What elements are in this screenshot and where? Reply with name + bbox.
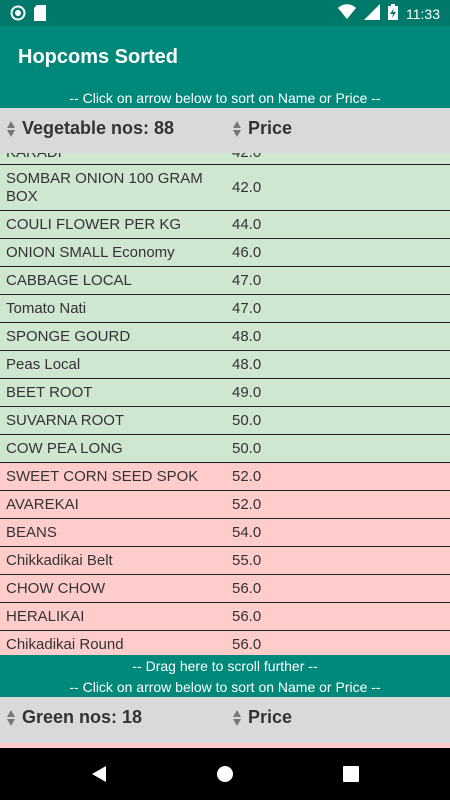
list-item[interactable]: COULI FLOWER PER KG 44.0: [0, 211, 450, 239]
item-name: COW PEA LONG: [6, 439, 123, 457]
item-name: CHOW CHOW: [6, 579, 106, 597]
sort-arrows-icon: [233, 120, 241, 137]
item-price: 46.0: [232, 244, 262, 261]
recents-icon: [343, 766, 359, 782]
item-price: 48.0: [232, 328, 262, 345]
list-item[interactable]: KARADI 42.0: [0, 153, 450, 165]
list-item[interactable]: BEANS 54.0: [0, 519, 450, 547]
list-item[interactable]: Tomato Nati 47.0: [0, 295, 450, 323]
recents-button[interactable]: [339, 762, 363, 786]
item-price: 52.0: [232, 468, 262, 485]
item-name: SWEET CORN SEED SPOK: [6, 467, 199, 485]
home-button[interactable]: [213, 762, 237, 786]
sort-arrows-icon: [7, 120, 15, 137]
sort-by-price-button[interactable]: Price: [232, 118, 292, 139]
list-item[interactable]: Peas Local 48.0: [0, 351, 450, 379]
sort-arrows-icon: [7, 709, 15, 726]
list-item[interactable]: SPONGE GOURD 48.0: [0, 323, 450, 351]
vegetable-count-label: Vegetable nos: 88: [22, 118, 175, 138]
item-price: 42.0: [232, 153, 261, 161]
list-item[interactable]: AVAREKAI 52.0: [0, 491, 450, 519]
sd-card-icon: [34, 5, 46, 26]
item-price: 47.0: [232, 272, 262, 289]
item-name: SOMBAR ONION 100 GRAM BOX: [6, 169, 203, 205]
item-price: 44.0: [232, 216, 262, 233]
item-name: ONION SMALL Economy: [6, 243, 175, 261]
item-price: 48.0: [232, 356, 262, 373]
price-column-label: Price: [248, 118, 293, 138]
status-bar: 11:33: [0, 0, 450, 26]
vegetable-list[interactable]: KARADI 42.0 SOMBAR ONION 100 GRAM BOX 42.…: [0, 153, 450, 655]
item-name: KARADI: [6, 153, 206, 162]
item-name: HERALIKAI: [6, 607, 85, 625]
wifi-icon: [338, 4, 356, 23]
vegetable-table-header: Vegetable nos: 88 Price: [0, 108, 450, 153]
item-name: BEANS: [6, 523, 57, 541]
app-bar: Hopcoms Sorted: [0, 26, 450, 88]
sort-green-by-price-button[interactable]: Price: [232, 707, 292, 728]
list-item[interactable]: COW PEA LONG 50.0: [0, 435, 450, 463]
item-name: COULI FLOWER PER KG: [6, 215, 182, 233]
item-price: 56.0: [232, 608, 262, 625]
item-price: 54.0: [232, 524, 262, 541]
item-name: Peas Local: [6, 355, 81, 373]
sort-hint-bottom: -- Click on arrow below to sort on Name …: [0, 677, 450, 697]
battery-charging-icon: [388, 4, 398, 23]
signal-icon: [364, 4, 380, 23]
back-button[interactable]: [87, 762, 111, 786]
item-price: 42.0: [232, 179, 262, 196]
drag-handle[interactable]: -- Drag here to scroll further --: [0, 655, 450, 677]
item-price: 50.0: [232, 412, 262, 429]
item-price: 56.0: [232, 636, 262, 653]
item-name: CABBAGE LOCAL: [6, 271, 132, 289]
item-name: SUVARNA ROOT: [6, 411, 125, 429]
list-item[interactable]: BEET ROOT 49.0: [0, 379, 450, 407]
back-icon: [92, 766, 106, 782]
sort-by-name-button[interactable]: Vegetable nos: 88: [6, 118, 174, 139]
sort-green-by-name-button[interactable]: Green nos: 18: [6, 707, 142, 728]
item-price: 50.0: [232, 440, 262, 457]
item-price: 47.0: [232, 300, 262, 317]
item-name: BEET ROOT: [6, 383, 93, 401]
item-name: SPONGE GOURD: [6, 327, 131, 345]
item-price: 55.0: [232, 552, 262, 569]
sort-arrows-icon: [233, 709, 241, 726]
item-price: 49.0: [232, 384, 262, 401]
list-item[interactable]: SWEET CORN SEED SPOK 52.0: [0, 463, 450, 491]
list-item[interactable]: Chikkadikai Belt 55.0: [0, 547, 450, 575]
sync-icon: [10, 5, 26, 26]
item-name: AVAREKAI: [6, 495, 79, 513]
item-name: Chikadikai Round: [6, 635, 124, 653]
list-item[interactable]: SUVARNA ROOT 50.0: [0, 407, 450, 435]
clock-time: 11:33: [406, 5, 440, 22]
page-title: Hopcoms Sorted: [18, 46, 179, 68]
item-price: 52.0: [232, 496, 262, 513]
item-name: Tomato Nati: [6, 299, 87, 317]
list-item[interactable]: HERALIKAI 56.0: [0, 603, 450, 631]
list-item[interactable]: Chikadikai Round 56.0: [0, 631, 450, 655]
sort-hint-top: -- Click on arrow below to sort on Name …: [0, 88, 450, 108]
green-price-column-label: Price: [248, 707, 293, 727]
green-count-label: Green nos: 18: [22, 707, 143, 727]
list-item[interactable]: ONION SMALL Economy 46.0: [0, 239, 450, 267]
list-item[interactable]: SOMBAR ONION 100 GRAM BOX 42.0: [0, 165, 450, 211]
list-item[interactable]: CABBAGE LOCAL 47.0: [0, 267, 450, 295]
item-name: Chikkadikai Belt: [6, 551, 113, 569]
home-icon: [217, 766, 233, 782]
green-table-header: Green nos: 18 Price: [0, 697, 450, 743]
list-item[interactable]: CHOW CHOW 56.0: [0, 575, 450, 603]
navigation-bar: [0, 748, 450, 800]
item-price: 56.0: [232, 580, 262, 597]
